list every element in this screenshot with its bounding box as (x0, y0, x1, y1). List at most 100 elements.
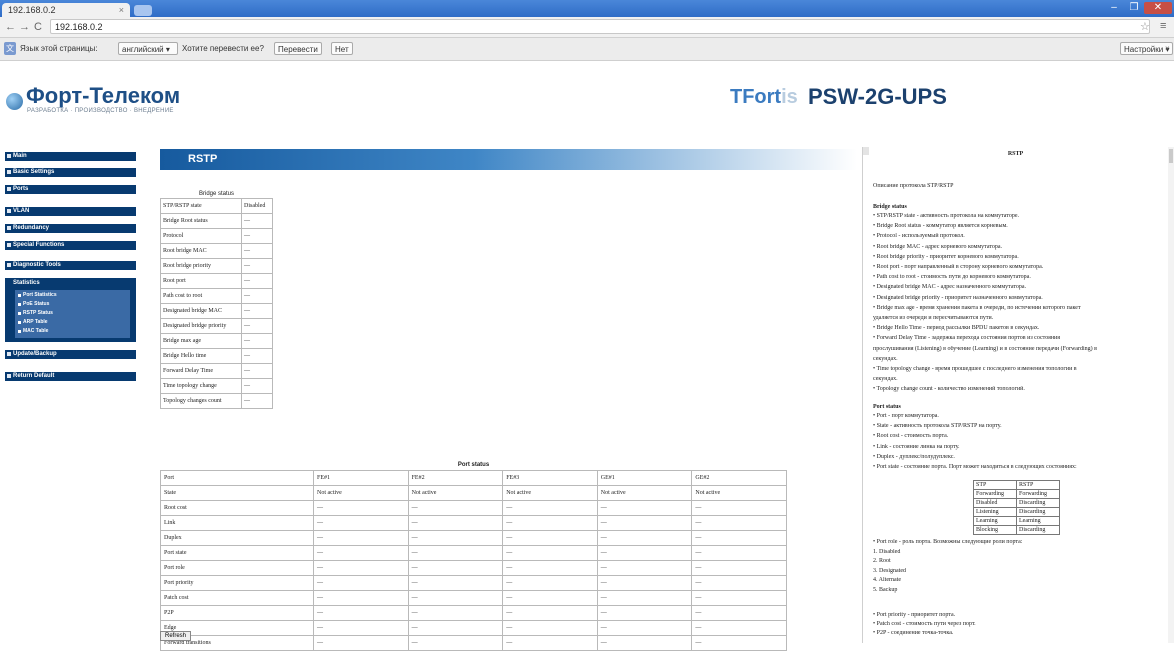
port-status-row: Duplex — — — — — (160, 530, 787, 546)
bridge-status-row: Root port — (160, 273, 273, 289)
page-scrollbar[interactable] (1168, 147, 1174, 643)
bridge-status-row: Path cost to root — (160, 288, 273, 304)
help-role-line: 2. Root (873, 558, 891, 564)
help-bridge-line: • Bridge Hello Time - период рассылки BP… (873, 325, 1040, 332)
menu-item-main[interactable]: Main (5, 152, 136, 161)
help-intro: Описание протокола STP/RSTP (873, 183, 954, 189)
port-param-value: — (691, 515, 787, 531)
state-table-cell: Discarding (1016, 498, 1060, 508)
bridge-status-caption: Bridge status (198, 191, 235, 197)
translate-icon: 文 (4, 42, 16, 55)
port-column-header: GE#1 (596, 470, 693, 486)
port-param-value: — (502, 560, 598, 576)
translate-button[interactable]: Перевести (274, 42, 322, 55)
menu-item-diagnostic-tools[interactable]: Diagnostic Tools (5, 261, 136, 270)
port-param-value: — (502, 545, 598, 561)
menu-item-return-default[interactable]: Return Default (5, 372, 136, 381)
address-input[interactable]: 192.168.0.2 (50, 19, 1150, 34)
state-table-row: Learning Learning (973, 516, 1060, 526)
bridge-status-row: STP/RSTP state Disabled (160, 198, 273, 214)
tab-close-icon[interactable]: × (119, 3, 124, 17)
menu-item-statistics[interactable]: Statistics Port Statistics PoE Status RS… (5, 278, 136, 342)
browser-menu-icon[interactable]: ≡ (1160, 20, 1166, 32)
port-param-value: — (313, 575, 409, 591)
port-param-value: — (313, 500, 409, 516)
close-window-button[interactable]: ✕ (1144, 2, 1172, 14)
language-select[interactable]: английский ▾ (118, 42, 178, 55)
bridge-param-label: Bridge Root status (160, 213, 242, 229)
port-param-value: — (502, 605, 598, 621)
forward-arrow-icon[interactable]: → (19, 20, 30, 34)
state-table-cell: Learning (1016, 516, 1060, 526)
port-param-value: — (502, 590, 598, 606)
port-param-value: — (691, 560, 787, 576)
menu-item-special-functions[interactable]: Special Functions (5, 241, 136, 250)
bridge-param-value: Disabled (241, 198, 273, 214)
port-param-value: — (313, 620, 409, 636)
help-bridge-line: • Designated bridge MAC - адрес назначен… (873, 284, 1027, 291)
minimize-window-button[interactable]: – (1104, 2, 1124, 14)
no-translate-button[interactable]: Нет (331, 42, 353, 55)
port-param-value: Not active (691, 485, 787, 501)
bridge-status-row: Bridge max age — (160, 333, 273, 349)
submenu-port-statistics[interactable]: Port Statistics (18, 292, 57, 299)
submenu-mac-table[interactable]: MAC Table (17, 328, 48, 335)
menu-item-redundancy[interactable]: Redundancy (5, 224, 136, 233)
port-column-header: FE#2 (407, 470, 504, 486)
submenu-poe-status[interactable]: PoE Status (17, 301, 49, 308)
port-param-value: — (407, 545, 504, 561)
port-status-row: Link — — — — — (160, 515, 787, 531)
help-title: RSTP (1007, 151, 1024, 157)
port-param-value: Not active (313, 485, 409, 501)
bridge-param-label: STP/RSTP state (160, 198, 242, 214)
state-table-cell: Learning (973, 516, 1017, 526)
bridge-param-label: Forward Delay Time (160, 363, 242, 379)
help-bridge-line: • Root bridge MAC - адрес корневого комм… (873, 243, 1003, 250)
port-param-value: — (596, 635, 693, 651)
state-table-cell: Listening (973, 507, 1017, 517)
bridge-param-label: Protocol (160, 228, 242, 244)
help-bridge-line: • Bridge Root status - коммутатор являет… (873, 223, 1008, 230)
maximize-window-button[interactable]: ❐ (1124, 2, 1144, 14)
reload-icon[interactable]: C (34, 20, 42, 34)
help-port-line: • Duplex - дуплекс/полудуплекс. (873, 453, 955, 460)
port-param-value: — (313, 560, 409, 576)
help-role-line: • Port role - роль порта. Возможны следу… (873, 539, 1023, 545)
new-tab-button[interactable] (134, 5, 152, 16)
state-table-cell: Forwarding (1016, 489, 1060, 499)
tfortis-logo: TFortis (730, 86, 798, 108)
bridge-status-row: Bridge Root status — (160, 213, 273, 229)
menu-item-basic-settings[interactable]: Basic Settings (5, 168, 136, 177)
port-param-value: — (407, 575, 504, 591)
port-param-value: — (407, 560, 504, 576)
port-param-label: Port priority (160, 575, 314, 591)
submenu-rstp-status[interactable]: RSTP Status (18, 310, 53, 317)
submenu-arp-table[interactable]: ARP Table (18, 319, 48, 326)
company-tagline: РАЗРАБОТКА · ПРОИЗВОДСТВО · ВНЕДРЕНИЕ (27, 108, 174, 114)
bookmark-star-icon[interactable]: ☆ (1140, 20, 1150, 33)
menu-item-ports[interactable]: Ports (5, 185, 136, 194)
port-param-value: — (596, 590, 693, 606)
port-param-value: — (407, 635, 504, 651)
bridge-param-value: — (241, 378, 273, 394)
state-table-row: STP RSTP (973, 480, 1060, 490)
port-param-value: — (313, 530, 409, 546)
bridge-status-row: Time topology change — (160, 378, 273, 394)
port-param-value: — (691, 530, 787, 546)
help-pane[interactable]: RSTP Описание протокола STP/RSTP Bridge … (862, 147, 1169, 643)
state-table-row: Disabled Discarding (973, 498, 1060, 508)
refresh-button[interactable]: Refresh (160, 631, 192, 641)
menu-item-update-backup[interactable]: Update/Backup (5, 350, 136, 359)
state-table-cell: Blocking (973, 525, 1017, 535)
bridge-status-row: Topology changes count — (160, 393, 273, 409)
browser-tab[interactable]: 192.168.0.2 × (2, 3, 130, 17)
help-port-line: • Link - состояние линка на порту. (873, 443, 960, 450)
menu-item-vlan[interactable]: VLAN (5, 207, 136, 216)
port-status-row: State Not active Not active Not active Not a… (160, 485, 787, 501)
close-translate-bar-icon[interactable]: × (1165, 42, 1170, 55)
state-table-cell: Disabled (973, 498, 1017, 508)
port-param-value: — (596, 620, 693, 636)
bridge-param-label: Designated bridge priority (160, 318, 242, 334)
back-arrow-icon[interactable]: ← (5, 20, 16, 34)
page-scrollbar-thumb[interactable] (1169, 149, 1173, 163)
